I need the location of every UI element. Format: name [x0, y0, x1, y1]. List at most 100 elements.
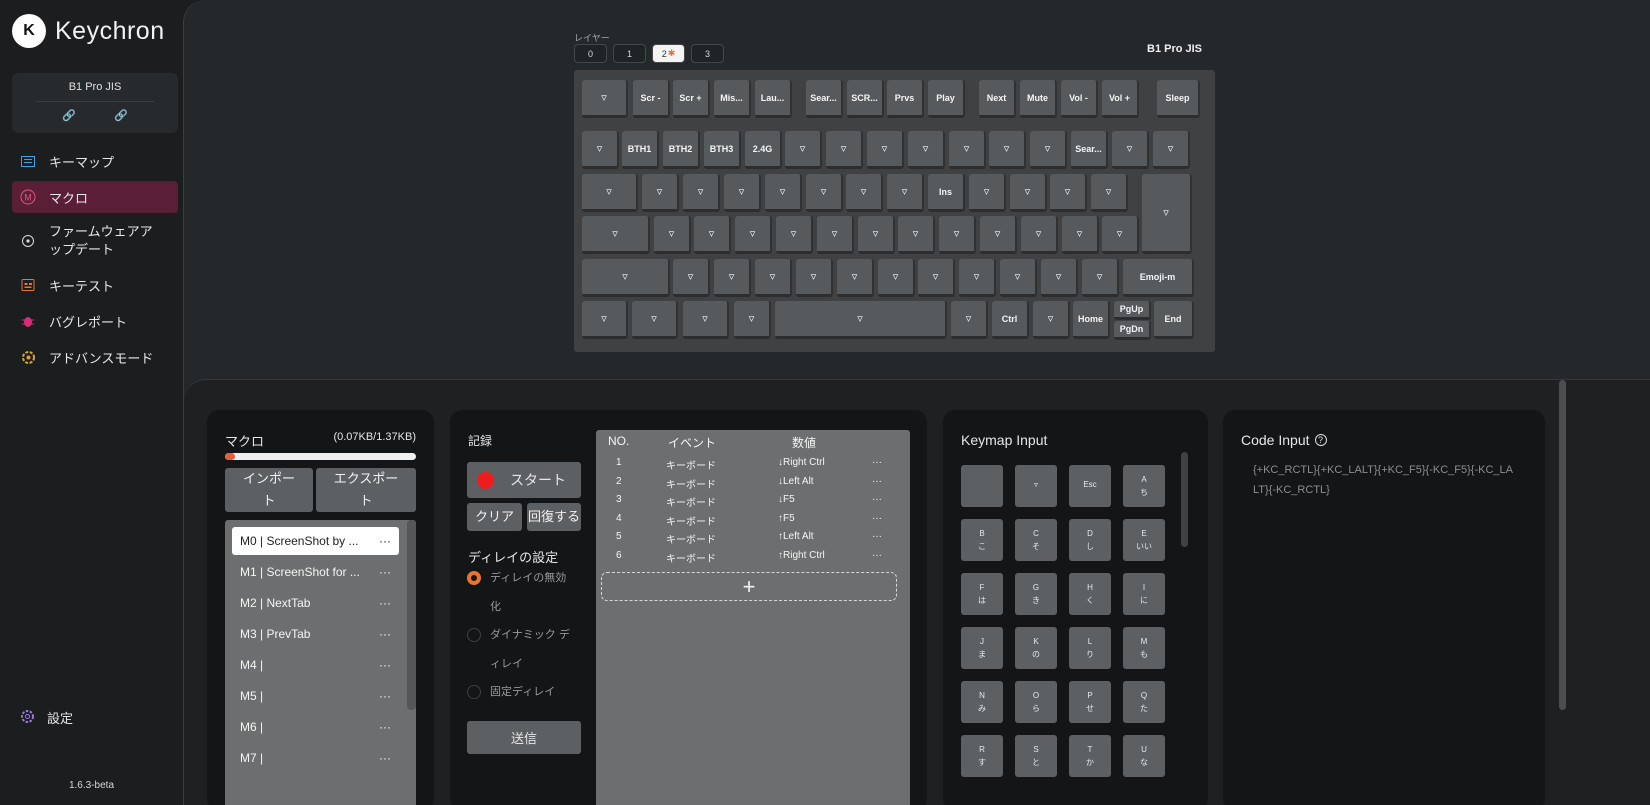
more-options-icon[interactable]: ···: [872, 513, 882, 524]
delay-option-dynamic[interactable]: ダイナミック ディレイ: [467, 621, 577, 679]
key-pgdn[interactable]: PgDn: [1114, 321, 1151, 340]
keyboard-key[interactable]: Sleep: [1157, 80, 1200, 118]
sidebar-item-firmware[interactable]: ファームウェアアップデート: [12, 217, 178, 265]
keyboard-key[interactable]: ▿: [980, 216, 1017, 254]
keyboard-key[interactable]: ▿: [918, 259, 955, 297]
more-options-icon[interactable]: ···: [379, 720, 391, 734]
more-options-icon[interactable]: ···: [379, 751, 391, 765]
keyboard-key[interactable]: ▿: [582, 259, 670, 297]
macro-list-item[interactable]: M5 | ···: [232, 682, 399, 710]
keyboard-key[interactable]: ▿: [1000, 259, 1037, 297]
keyboard-key[interactable]: ▿: [776, 216, 813, 254]
keyboard-key[interactable]: Vol +: [1102, 80, 1139, 118]
keyboard-key[interactable]: ▿: [642, 174, 679, 212]
keyboard-key[interactable]: ▿: [959, 259, 996, 297]
start-record-button[interactable]: スタート: [467, 462, 581, 498]
keyboard-key[interactable]: 2.4G: [745, 131, 782, 169]
keyboard-key[interactable]: ▿: [714, 259, 751, 297]
delay-option-fixed[interactable]: 固定ディレイ: [467, 678, 577, 707]
keyboard-key[interactable]: ▿: [858, 216, 895, 254]
keyboard-key[interactable]: ▿: [734, 301, 771, 339]
keyboard-key[interactable]: ▿: [785, 131, 822, 169]
layer-tab-0[interactable]: 0: [574, 44, 607, 63]
keyboard-key[interactable]: Lau...: [755, 80, 792, 118]
keyboard-key[interactable]: ▿: [724, 174, 761, 212]
keymap-input-key[interactable]: Qた: [1123, 681, 1165, 723]
table-row[interactable]: 5 キーボード ↑Left Alt ···: [596, 528, 910, 546]
keyboard-key[interactable]: ▿: [582, 301, 628, 339]
settings-button[interactable]: 設定: [20, 708, 73, 727]
keyboard-key[interactable]: ▿: [1050, 174, 1087, 212]
keyboard-key[interactable]: ▿: [1112, 131, 1149, 169]
more-options-icon[interactable]: ···: [379, 627, 391, 641]
sidebar-item-keymap[interactable]: キーマップ: [12, 145, 178, 177]
keymap-input-key[interactable]: Bこ: [961, 519, 1003, 561]
macro-list-scrollbar[interactable]: [407, 520, 416, 710]
link-icon[interactable]: 🔗: [62, 109, 76, 122]
keyboard-key[interactable]: ▿: [683, 174, 720, 212]
table-row[interactable]: 4 キーボード ↑F5 ···: [596, 510, 910, 528]
key-enter[interactable]: ▿: [1142, 174, 1192, 254]
keyboard-key[interactable]: Sear...: [1071, 131, 1108, 169]
layer-tab-1[interactable]: 1: [613, 44, 646, 63]
add-event-button[interactable]: +: [601, 572, 897, 601]
more-options-icon[interactable]: ···: [872, 476, 882, 487]
keyboard-key[interactable]: ▿: [1102, 216, 1139, 254]
keymap-input-key[interactable]: Uな: [1123, 735, 1165, 777]
keyboard-key[interactable]: ▿: [1030, 131, 1067, 169]
keyboard-key[interactable]: ▿: [846, 174, 883, 212]
keyboard-key[interactable]: ▿: [735, 216, 772, 254]
keymap-input-key[interactable]: Oら: [1015, 681, 1057, 723]
keyboard-key[interactable]: Emoji-m: [1123, 259, 1194, 297]
delay-option-disable[interactable]: ディレイの無効化: [467, 564, 577, 622]
more-options-icon[interactable]: ···: [872, 531, 882, 542]
table-row[interactable]: 1 キーボード ↓Right Ctrl ···: [596, 454, 910, 472]
keyboard-key[interactable]: Ins: [928, 174, 965, 212]
restore-button[interactable]: 回復する: [527, 503, 581, 531]
sidebar-item-advanced[interactable]: アドバンスモード: [12, 341, 178, 373]
import-button[interactable]: インポート: [225, 468, 313, 512]
macro-list-item[interactable]: M2 | NextTab ···: [232, 589, 399, 617]
more-options-icon[interactable]: ···: [379, 689, 391, 703]
keyboard-key[interactable]: ▿: [1041, 259, 1078, 297]
keyboard-key[interactable]: ▿: [908, 131, 945, 169]
keyboard-key[interactable]: ▿: [775, 301, 947, 339]
keymap-input-key[interactable]: E いい: [1123, 519, 1165, 561]
keyboard-key[interactable]: ▿: [1033, 301, 1070, 339]
keyboard-key[interactable]: ▿: [654, 216, 691, 254]
keyboard-key[interactable]: ▿: [878, 259, 915, 297]
macro-list-item[interactable]: M1 | ScreenShot for ... ···: [232, 558, 399, 586]
clear-button[interactable]: クリア: [467, 503, 522, 531]
keyboard-key[interactable]: ▿: [1153, 131, 1190, 169]
sidebar-item-keytest[interactable]: キーテスト: [12, 269, 178, 301]
keymap-input-key[interactable]: Aち: [1123, 465, 1165, 507]
send-button[interactable]: 送信: [467, 721, 581, 754]
keyboard-key[interactable]: ▿: [867, 131, 904, 169]
keyboard-key[interactable]: ▿: [1062, 216, 1099, 254]
keyboard-key[interactable]: ▿: [582, 80, 628, 118]
macro-list-item[interactable]: M7 | ···: [232, 744, 399, 772]
keymap-input-key[interactable]: Iに: [1123, 573, 1165, 615]
keymap-input-key[interactable]: Pせ: [1069, 681, 1111, 723]
keyboard-key[interactable]: Mute: [1020, 80, 1057, 118]
macro-list-item[interactable]: M3 | PrevTab ···: [232, 620, 399, 648]
keymap-input-key[interactable]: Rす: [961, 735, 1003, 777]
more-options-icon[interactable]: ···: [872, 550, 882, 561]
table-row[interactable]: 6 キーボード ↑Right Ctrl ···: [596, 547, 910, 565]
keyboard-key[interactable]: ▿: [939, 216, 976, 254]
macro-list-item[interactable]: M0 | ScreenShot by ... ···: [232, 527, 399, 555]
keyboard-key[interactable]: Ctrl: [992, 301, 1029, 339]
keyboard-key[interactable]: ▿: [582, 174, 638, 212]
keymap-input-key[interactable]: Fは: [961, 573, 1003, 615]
export-button[interactable]: エクスポート: [316, 468, 416, 512]
keyboard-key[interactable]: BTH1: [622, 131, 659, 169]
more-options-icon[interactable]: ···: [872, 494, 882, 505]
link-icon[interactable]: 🔗: [114, 109, 128, 122]
keymap-input-key[interactable]: Sと: [1015, 735, 1057, 777]
keyboard-key[interactable]: ▿: [632, 301, 678, 339]
layer-tab-3[interactable]: 3: [691, 44, 724, 63]
keymap-input-key[interactable]: Tか: [1069, 735, 1111, 777]
keymap-input-key[interactable]: Mも: [1123, 627, 1165, 669]
keyboard-key[interactable]: ▿: [673, 259, 710, 297]
keymap-input-key[interactable]: ▿: [1015, 465, 1057, 507]
